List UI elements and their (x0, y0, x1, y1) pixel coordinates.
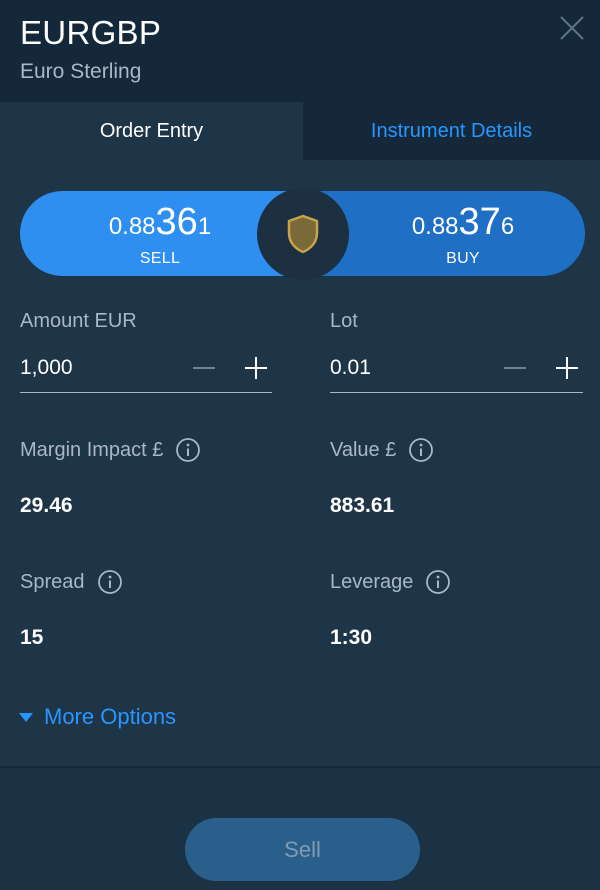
sell-label: SELL (139, 250, 181, 267)
spread-label: Spread (20, 569, 123, 595)
buy-price: 0.88376 (411, 201, 515, 243)
lot-field[interactable]: 0.01 (330, 348, 583, 393)
margin-impact-label: Margin Impact £ (20, 437, 201, 463)
instrument-symbol: EURGBP (20, 14, 162, 51)
amount-field[interactable]: 1,000 (20, 348, 272, 393)
info-icon[interactable] (425, 569, 451, 595)
buy-label: BUY (446, 250, 480, 267)
leverage-label-text: Leverage (330, 570, 414, 593)
caret-down-icon (19, 713, 33, 722)
tab-instrument-details[interactable]: Instrument Details (303, 102, 600, 160)
spread-value: 15 (20, 626, 44, 649)
lot-value[interactable]: 0.01 (330, 356, 371, 380)
value-value: 883.61 (330, 494, 395, 517)
more-options-label: More Options (44, 704, 177, 729)
margin-impact-label-text: Margin Impact £ (20, 438, 164, 461)
plus-icon[interactable] (242, 354, 270, 382)
shield-badge[interactable] (257, 188, 349, 280)
spread-label-text: Spread (20, 570, 85, 593)
shield-icon (287, 214, 319, 254)
amount-label: Amount EUR (20, 310, 137, 332)
more-options-toggle[interactable]: More Options (18, 704, 176, 730)
tab-order-entry[interactable]: Order Entry (0, 102, 303, 160)
tab-bar: Order Entry Instrument Details (0, 102, 600, 160)
amount-value[interactable]: 1,000 (20, 356, 73, 380)
sell-price: 0.88361 (108, 201, 212, 243)
value-label-text: Value £ (330, 438, 397, 461)
minus-icon[interactable] (501, 354, 529, 382)
sell-button[interactable]: Sell (185, 818, 420, 881)
lot-label: Lot (330, 310, 358, 332)
margin-impact-value: 29.46 (20, 494, 73, 517)
info-icon[interactable] (97, 569, 123, 595)
close-icon[interactable] (556, 12, 588, 44)
info-icon[interactable] (175, 437, 201, 463)
instrument-name: Euro Sterling (20, 60, 142, 83)
minus-icon[interactable] (190, 354, 218, 382)
leverage-label: Leverage (330, 569, 451, 595)
value-label: Value £ (330, 437, 434, 463)
instrument-header: EURGBP Euro Sterling (0, 0, 600, 102)
info-icon[interactable] (408, 437, 434, 463)
leverage-value: 1:30 (330, 626, 373, 649)
plus-icon[interactable] (553, 354, 581, 382)
